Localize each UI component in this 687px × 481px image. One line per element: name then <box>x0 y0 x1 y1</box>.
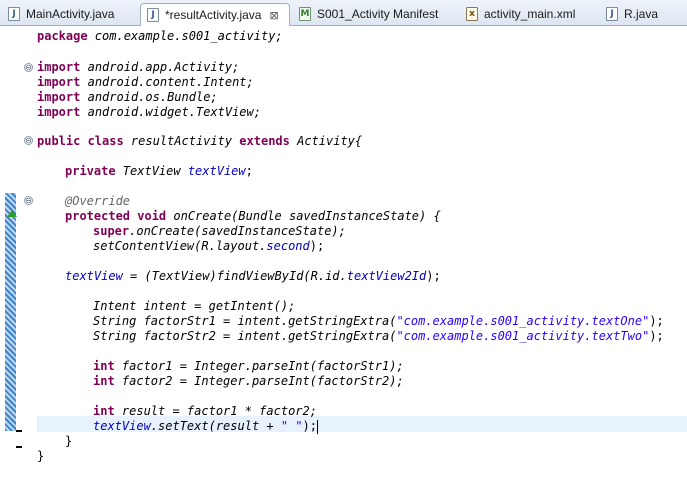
tab-label: MainActivity.java <box>26 7 115 21</box>
code-line: Intent intent = getIntent(); <box>93 299 296 313</box>
code-line: setContentView(R.layout.second); <box>93 239 325 253</box>
line-marker <box>16 446 22 448</box>
tab-label: R.java <box>624 7 659 21</box>
tab-label: S001_Activity Manifest <box>317 7 439 21</box>
editor-tab-bar: J MainActivity.java J *resultActivity.ja… <box>0 0 687 26</box>
tab-label: activity_main.xml <box>484 7 576 21</box>
close-tab-icon[interactable]: ⊠ <box>269 9 278 22</box>
tab-activity-main-xml[interactable]: x activity_main.xml <box>460 3 590 25</box>
override-indicator-icon <box>7 210 17 217</box>
fold-class-icon[interactable]: ⊖ <box>24 136 33 145</box>
fold-imports-icon[interactable]: ⊖ <box>24 63 33 72</box>
java-file-icon: J <box>147 8 159 22</box>
tab-manifest[interactable]: M S001_Activity Manifest <box>293 3 453 25</box>
code-line: public class resultActivity extends Acti… <box>37 134 363 148</box>
java-file-icon: J <box>606 7 618 21</box>
tab-main-activity[interactable]: J MainActivity.java <box>2 3 138 25</box>
code-line: import android.content.Intent; <box>37 75 254 89</box>
code-line: int factor1 = Integer.parseInt(factorStr… <box>93 359 404 373</box>
code-line: @Override <box>65 194 131 208</box>
line-marker <box>16 430 22 432</box>
java-file-icon: J <box>8 7 20 21</box>
xml-file-icon: x <box>466 7 478 21</box>
code-line: } <box>37 449 45 463</box>
code-line: int result = factor1 * factor2; <box>93 404 317 418</box>
tab-label: *resultActivity.java <box>165 8 262 22</box>
change-marker-bar <box>5 193 16 431</box>
code-line: textView = (TextView)findViewById(R.id.t… <box>65 269 441 283</box>
vertical-ruler <box>0 26 22 481</box>
code-line: int factor2 = Integer.parseInt(factorStr… <box>93 374 404 388</box>
code-line: import android.os.Bundle; <box>37 90 218 104</box>
code-line: textView.setText(result + " "); <box>93 419 318 434</box>
tab-r-java[interactable]: J R.java <box>600 3 680 25</box>
code-editor[interactable]: ⊖ ⊖ ⊖ package com.example.s001_activity;… <box>0 26 687 481</box>
tab-result-activity[interactable]: J *resultActivity.java ⊠ <box>140 3 290 26</box>
code-line: String factorStr1 = intent.getStringExtr… <box>93 314 664 328</box>
code-line: } <box>65 434 73 448</box>
code-line: package com.example.s001_activity; <box>37 29 283 43</box>
code-line: import android.app.Activity; <box>37 60 240 74</box>
code-line: protected void onCreate(Bundle savedInst… <box>65 209 441 223</box>
code-line: String factorStr2 = intent.getStringExtr… <box>93 329 664 343</box>
fold-method-icon[interactable]: ⊖ <box>24 196 33 205</box>
manifest-file-icon: M <box>299 7 311 21</box>
code-line: private TextView textView; <box>65 164 253 178</box>
text-cursor <box>316 419 318 434</box>
code-line: super.onCreate(savedInstanceState); <box>93 224 346 238</box>
code-line: import android.widget.TextView; <box>37 105 261 119</box>
